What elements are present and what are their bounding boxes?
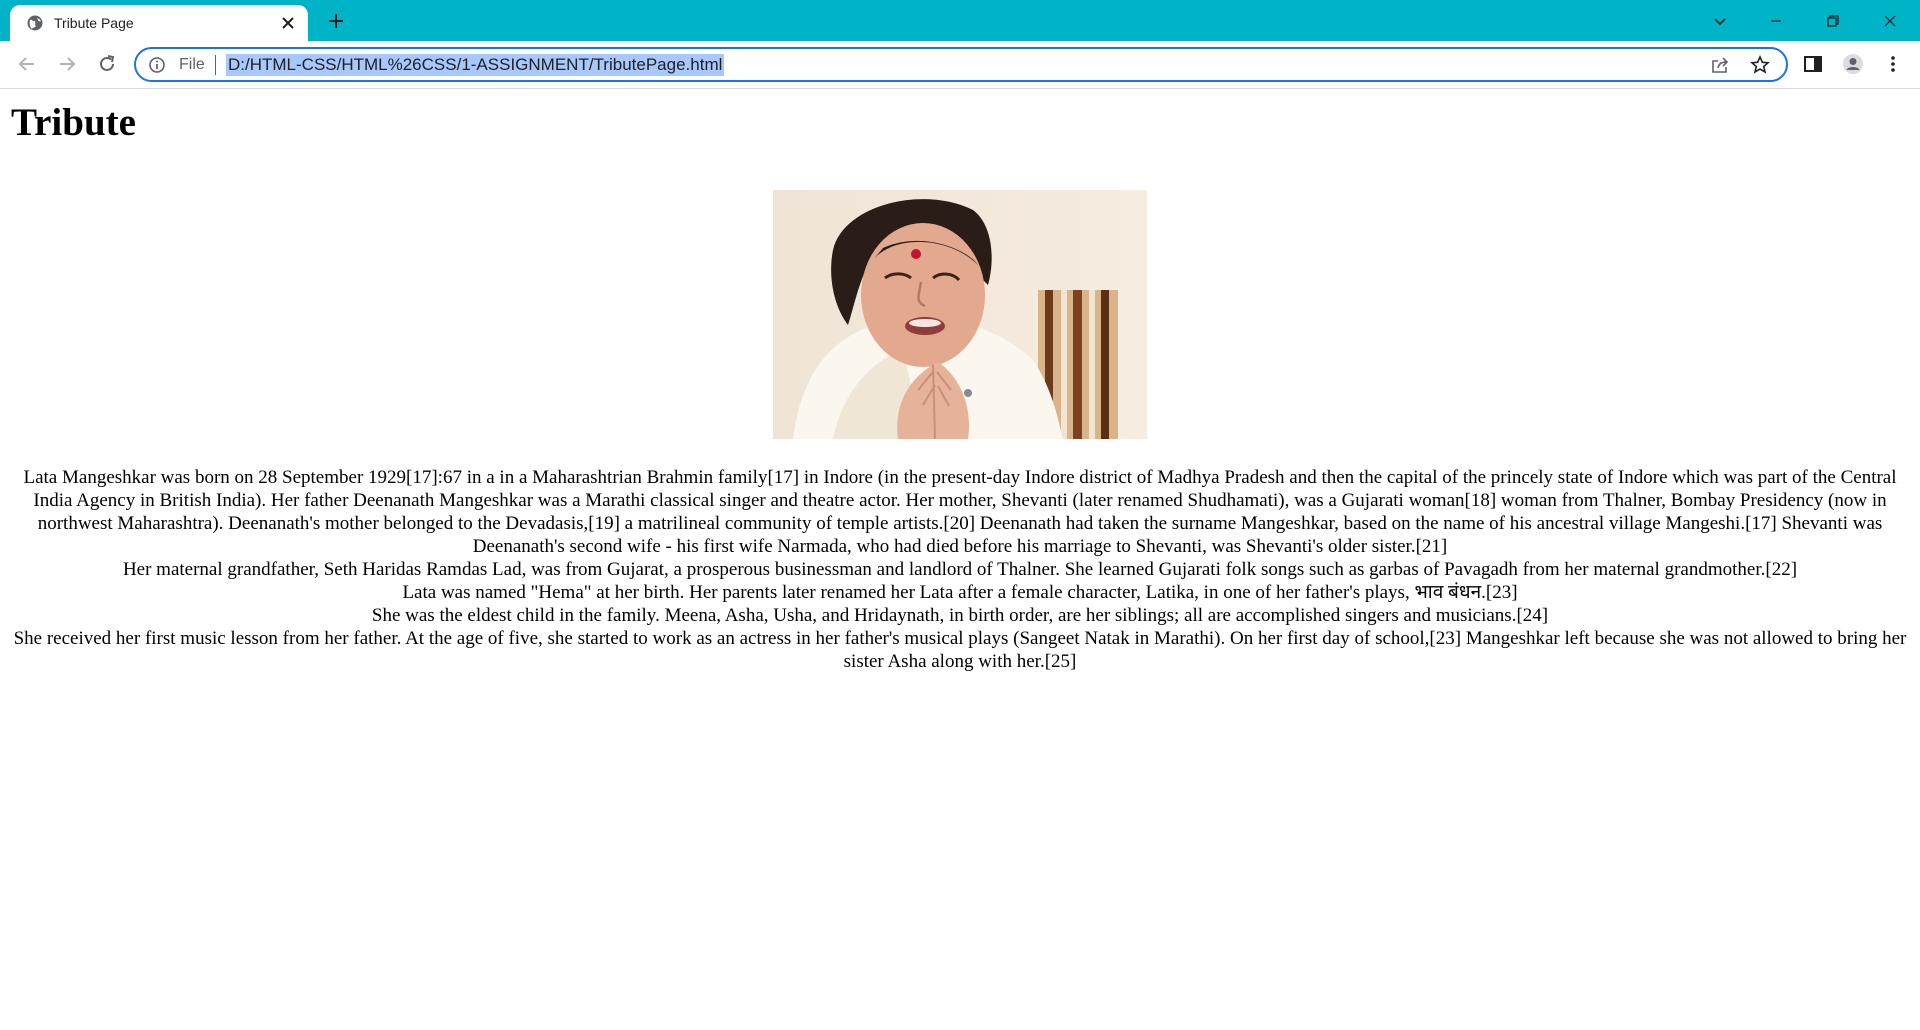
page-heading: Tribute: [11, 101, 136, 144]
back-arrow-icon[interactable]: [16, 53, 38, 75]
paragraph-birth: Lata Mangeshkar was born on 28 September…: [23, 467, 1897, 557]
address-bar[interactable]: File D:/HTML-CSS/HTML%26CSS/1-ASSIGNMENT…: [134, 47, 1788, 82]
bookmark-star-icon[interactable]: [1750, 55, 1770, 75]
paragraph-name: Lata was named "Hema" at her birth. Her …: [402, 582, 1518, 603]
browser-toolbar: File D:/HTML-CSS/HTML%26CSS/1-ASSIGNMENT…: [0, 41, 1920, 89]
url-text[interactable]: D:/HTML-CSS/HTML%26CSS/1-ASSIGNMENT/Trib…: [226, 54, 725, 76]
paragraph-music-lesson: She received her first music lesson from…: [13, 628, 1907, 672]
reload-icon[interactable]: [96, 53, 118, 75]
tab-strip: Tribute Page: [0, 0, 1920, 41]
info-icon[interactable]: [148, 56, 166, 74]
tab-title: Tribute Page: [54, 15, 134, 31]
portrait-image: [773, 190, 1147, 439]
new-tab-icon[interactable]: [326, 11, 346, 31]
restore-icon[interactable]: [1805, 0, 1861, 41]
forward-arrow-icon[interactable]: [56, 53, 78, 75]
minimize-icon[interactable]: [1748, 0, 1804, 41]
paragraph-siblings: She was the eldest child in the family. …: [371, 605, 1549, 626]
more-menu-icon[interactable]: [1882, 53, 1904, 75]
paragraph-grandfather: Her maternal grandfather, Seth Haridas R…: [122, 559, 1798, 580]
browser-tab-active[interactable]: Tribute Page: [10, 5, 308, 41]
scheme-label: File: [179, 56, 205, 73]
globe-icon: [26, 14, 44, 32]
biography-text: Lata Mangeshkar was born on 28 September…: [10, 466, 1910, 673]
tab-search-icon[interactable]: [1692, 0, 1748, 41]
scheme-divider: [215, 55, 216, 75]
share-icon[interactable]: [1710, 55, 1730, 75]
profile-avatar-icon[interactable]: [1842, 53, 1864, 75]
side-panel-icon[interactable]: [1802, 53, 1824, 75]
close-window-icon[interactable]: [1862, 0, 1918, 41]
close-tab-icon[interactable]: [280, 15, 296, 31]
